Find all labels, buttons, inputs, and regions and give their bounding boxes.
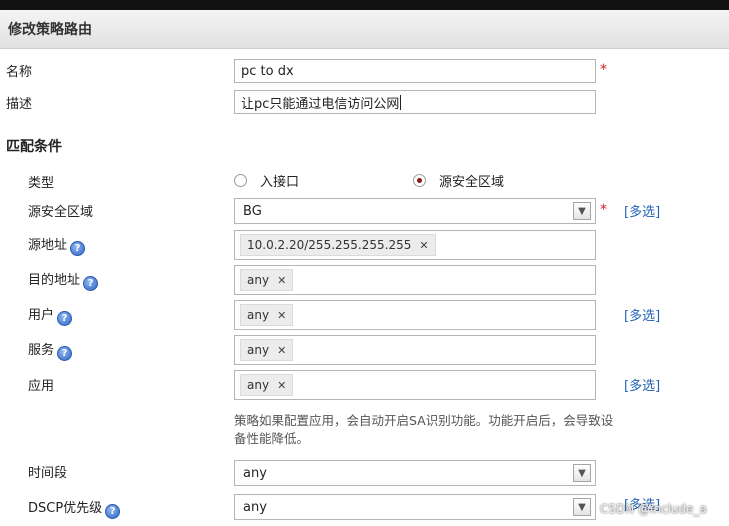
dialog-title: 修改策略路由 (8, 22, 92, 38)
time-range-value: any (243, 466, 267, 481)
tag-text: any (247, 308, 270, 322)
address-tag: 10.0.2.20/255.255.255.255 ✕ (240, 234, 436, 256)
description-label: 描述 (6, 97, 33, 112)
chevron-down-icon[interactable]: ▼ (573, 202, 591, 220)
dscp-select[interactable]: any ▼ (234, 494, 596, 520)
application-hint: 策略如果配置应用，会自动开启SA识别功能。功能开启后，会导致设备性能降低。 (234, 413, 614, 446)
time-range-label: 时间段 (28, 466, 68, 481)
radio-source-zone[interactable]: 源安全区域 (413, 171, 504, 190)
radio-circle-selected (413, 174, 426, 187)
source-zone-select[interactable]: BG ▼ (234, 198, 596, 224)
remove-tag-icon[interactable]: ✕ (277, 379, 286, 392)
name-label: 名称 (6, 65, 33, 80)
tag-text: any (247, 343, 270, 357)
remove-tag-icon[interactable]: ✕ (277, 344, 286, 357)
watermark: CSDN @include_a (600, 502, 707, 516)
user-tag: any ✕ (240, 304, 294, 326)
tag-text: any (247, 273, 270, 287)
help-icon[interactable]: ? (83, 276, 99, 291)
help-icon[interactable]: ? (57, 346, 73, 361)
remove-tag-icon[interactable]: ✕ (277, 309, 286, 322)
required-mark: * (600, 202, 607, 218)
match-section-title: 匹配条件 (6, 139, 62, 155)
tag-text: any (247, 378, 270, 392)
type-label: 类型 (28, 176, 55, 191)
dest-address-label-text: 目的地址 (28, 273, 81, 288)
source-address-label: 源地址? (28, 234, 86, 256)
service-field[interactable]: any ✕ (234, 335, 596, 365)
address-tag: any ✕ (240, 269, 294, 291)
radio-label: 入接口 (260, 175, 300, 190)
dscp-label: DSCP优先级? (28, 497, 121, 519)
service-label-text: 服务 (28, 343, 55, 358)
dest-address-field[interactable]: any ✕ (234, 265, 596, 295)
application-field[interactable]: any ✕ (234, 370, 596, 400)
time-range-select[interactable]: any ▼ (234, 460, 596, 486)
required-mark: * (600, 62, 607, 78)
source-zone-multi-link[interactable]: [多选] (624, 201, 660, 220)
radio-ingress-interface[interactable]: 入接口 (234, 171, 299, 190)
chevron-down-icon[interactable]: ▼ (573, 498, 591, 516)
remove-tag-icon[interactable]: ✕ (277, 274, 286, 287)
name-input[interactable]: pc to dx (234, 59, 596, 83)
help-icon[interactable]: ? (70, 241, 86, 256)
source-address-label-text: 源地址 (28, 238, 68, 253)
dialog-header: 修改策略路由 (0, 10, 729, 49)
text-cursor (400, 94, 402, 110)
dest-address-label: 目的地址? (28, 269, 99, 291)
service-tag: any ✕ (240, 339, 294, 361)
remove-tag-icon[interactable]: ✕ (419, 239, 428, 252)
description-input[interactable]: 让pc只能通过电信访问公网 (234, 90, 596, 114)
application-tag: any ✕ (240, 374, 294, 396)
top-bar (0, 0, 729, 10)
user-multi-link[interactable]: [多选] (624, 305, 660, 324)
source-zone-label: 源安全区域 (28, 205, 94, 220)
source-address-field[interactable]: 10.0.2.20/255.255.255.255 ✕ (234, 230, 596, 260)
dscp-value: any (243, 500, 267, 515)
chevron-down-icon[interactable]: ▼ (573, 464, 591, 482)
source-zone-value: BG (243, 204, 262, 219)
user-field[interactable]: any ✕ (234, 300, 596, 330)
name-value: pc to dx (241, 63, 294, 79)
user-label-text: 用户 (28, 308, 55, 323)
service-label: 服务? (28, 339, 73, 361)
help-icon[interactable]: ? (105, 504, 121, 519)
radio-circle (234, 174, 247, 187)
dscp-label-text: DSCP优先级 (28, 501, 103, 516)
radio-label: 源安全区域 (439, 175, 505, 190)
application-multi-link[interactable]: [多选] (624, 375, 660, 394)
tag-text: 10.0.2.20/255.255.255.255 (247, 238, 412, 252)
help-icon[interactable]: ? (57, 311, 73, 326)
application-label: 应用 (28, 379, 55, 394)
user-label: 用户? (28, 304, 73, 326)
description-value: 让pc只能通过电信访问公网 (241, 96, 400, 112)
